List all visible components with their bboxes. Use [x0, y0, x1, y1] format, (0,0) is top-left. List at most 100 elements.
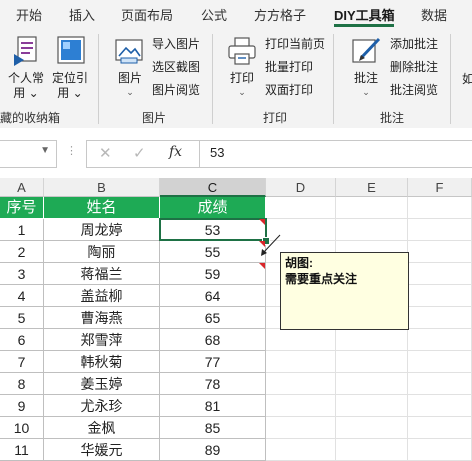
column-header-f[interactable]: F [408, 178, 472, 197]
cancel-icon[interactable]: ✕ [99, 144, 112, 162]
table-cell[interactable]: 85 [160, 417, 266, 439]
table-cell[interactable]: 曹海燕 [44, 307, 160, 329]
personal-common-icon [14, 36, 37, 66]
tab-fangfang[interactable]: 方方格子 [254, 5, 306, 24]
empty-cell-border [408, 218, 472, 219]
table-cell[interactable]: 8 [0, 373, 44, 395]
empty-cell-border [336, 218, 408, 219]
tab-home[interactable]: 开始 [16, 5, 42, 24]
name-box[interactable]: ▼ [0, 140, 57, 168]
empty-cell-border [408, 328, 472, 329]
table-cell[interactable]: 89 [160, 439, 266, 461]
column-header-b[interactable]: B [44, 178, 160, 197]
table-cell[interactable]: 65 [160, 307, 266, 329]
column-header-c[interactable]: C [160, 178, 266, 197]
table-cell[interactable]: 3 [0, 263, 44, 285]
table-cell[interactable]: 韩秋菊 [44, 351, 160, 373]
table-cell[interactable]: 2 [0, 241, 44, 263]
comment-label: 批注 [353, 71, 378, 85]
print-dropdown-icon: ⌄ [238, 87, 246, 97]
comment-pen-icon [352, 37, 381, 63]
table-cell[interactable]: 9 [0, 395, 44, 417]
table-cell[interactable]: 1 [0, 219, 44, 241]
image-button[interactable]: 图片 ⌄ [110, 34, 150, 98]
add-comment-label: 添加批注 [390, 37, 439, 51]
leader-line [262, 234, 281, 254]
table-cell[interactable]: 64 [160, 285, 266, 307]
delete-comment-label: 删除批注 [390, 60, 439, 74]
empty-cell-border [408, 262, 472, 263]
header-cell[interactable]: 姓名 [44, 197, 160, 219]
empty-cell-border [408, 372, 472, 373]
next-group-cut-label: 如 [462, 72, 472, 86]
personal-common-button[interactable]: 个人常 用 ⌄ [6, 34, 46, 101]
table-cell[interactable]: 55 [160, 241, 266, 263]
empty-cell-border [266, 218, 336, 219]
ribbon: 个人常 用 ⌄ 定位引 用 ⌄ 藏的收纳箱 图片 ⌄ 导入图片 选区截图 图片阅… [0, 28, 472, 129]
table-cell[interactable]: 尤永珍 [44, 395, 160, 417]
empty-cell-border [266, 416, 336, 417]
empty-cell-border [266, 372, 336, 373]
active-tab-indicator [334, 24, 394, 27]
tab-formulas[interactable]: 公式 [201, 5, 227, 24]
table-cell[interactable]: 周龙婷 [44, 219, 160, 241]
group-label-comment: 批注 [380, 111, 405, 125]
group-separator [212, 34, 213, 124]
table-cell[interactable]: 郑雪萍 [44, 329, 160, 351]
browse-comments-label: 批注阅览 [390, 83, 439, 97]
table-cell[interactable]: 11 [0, 439, 44, 461]
insert-function-icon[interactable]: fx [169, 144, 182, 160]
comment-box[interactable]: 胡图: 需要重点关注 [280, 252, 409, 330]
table-cell[interactable]: 5 [0, 307, 44, 329]
selected-cell-border [159, 218, 267, 241]
empty-cell-border [408, 438, 472, 439]
header-cell[interactable]: 序号 [0, 197, 44, 219]
tab-page-layout[interactable]: 页面布局 [121, 5, 173, 24]
empty-cell-border [408, 284, 472, 285]
print-button[interactable]: 打印 ⌄ [222, 34, 262, 98]
group-separator [98, 34, 99, 124]
table-cell[interactable]: 华媛元 [44, 439, 160, 461]
column-header-e[interactable]: E [336, 178, 408, 197]
table-cell[interactable]: 7 [0, 351, 44, 373]
group-separator [333, 34, 334, 124]
table-cell[interactable]: 68 [160, 329, 266, 351]
table-cell[interactable]: 4 [0, 285, 44, 307]
formula-value: 53 [210, 145, 225, 160]
tab-diy-toolbox[interactable]: DIY工具箱 [334, 5, 395, 24]
table-cell[interactable]: 盖益柳 [44, 285, 160, 307]
empty-cell-border [336, 240, 408, 241]
table-cell[interactable]: 蒋福兰 [44, 263, 160, 285]
table-cell[interactable]: 金枫 [44, 417, 160, 439]
name-box-dropdown-icon[interactable]: ▼ [40, 145, 50, 156]
table-cell[interactable]: 姜玉婷 [44, 373, 160, 395]
table-cell[interactable]: 59 [160, 263, 266, 285]
confirm-icon[interactable]: ✓ [133, 144, 146, 162]
empty-cell-border [408, 416, 472, 417]
formula-bar-grip-icon[interactable]: ⋮ [66, 144, 77, 157]
group-label-collection: 藏的收纳箱 [0, 111, 61, 125]
region-screenshot-label: 选区截图 [152, 60, 201, 74]
image-dropdown-icon: ⌄ [126, 87, 134, 97]
empty-cell-border [266, 350, 336, 351]
table-cell[interactable]: 10 [0, 417, 44, 439]
comment-dropdown-icon: ⌄ [362, 87, 370, 97]
locate-reference-button[interactable]: 定位引 用 ⌄ [50, 34, 90, 101]
table-cell[interactable]: 78 [160, 373, 266, 395]
table-cell[interactable]: 77 [160, 351, 266, 373]
table-cell[interactable]: 陶丽 [44, 241, 160, 263]
header-cell[interactable]: 成绩 [160, 197, 266, 219]
tab-insert[interactable]: 插入 [69, 5, 95, 24]
empty-cell-border [336, 372, 408, 373]
column-header-d[interactable]: D [266, 178, 336, 197]
table-cell[interactable]: 6 [0, 329, 44, 351]
batch-print-label: 批量打印 [265, 60, 314, 74]
table-cell[interactable]: 81 [160, 395, 266, 417]
comment-button[interactable]: 批注 ⌄ [346, 34, 386, 98]
column-header-a[interactable]: A [0, 178, 44, 197]
formula-input[interactable]: 53 [199, 140, 472, 168]
tab-data[interactable]: 数据 [421, 5, 447, 24]
empty-cell-border [266, 394, 336, 395]
locate-reference-label-1: 定位引 [51, 71, 88, 85]
empty-cell-border [336, 350, 408, 351]
